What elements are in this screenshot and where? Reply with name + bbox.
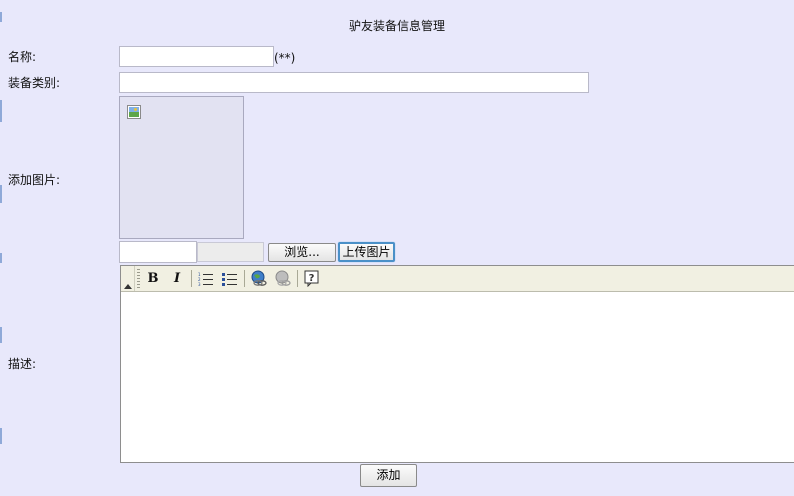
bold-button[interactable]: B xyxy=(143,269,163,288)
category-label: 装备类别: xyxy=(8,76,61,90)
image-preview xyxy=(119,96,244,239)
globe-link-icon xyxy=(251,270,267,286)
upload-image-button[interactable]: 上传图片 xyxy=(338,242,395,262)
toolbar-grip-icon xyxy=(137,269,140,288)
italic-button[interactable]: I xyxy=(167,269,187,288)
unordered-list-icon xyxy=(222,273,237,286)
svg-text:3: 3 xyxy=(198,282,201,286)
ordered-list-button[interactable]: 1 2 3 xyxy=(196,269,216,288)
toolbar-separator xyxy=(191,270,192,287)
italic-icon: I xyxy=(173,271,181,286)
description-label: 描述: xyxy=(8,357,37,371)
left-edge-marker xyxy=(0,327,2,343)
toolbar-collapse-toggle[interactable] xyxy=(122,266,135,291)
category-input[interactable] xyxy=(119,72,589,93)
image-label: 添加图片: xyxy=(8,173,61,187)
required-hint: (**) xyxy=(274,51,296,65)
left-edge-marker xyxy=(0,428,2,444)
left-edge-marker xyxy=(0,100,2,122)
toolbar-separator xyxy=(297,270,298,287)
left-edge-marker xyxy=(0,253,2,263)
left-edge-marker xyxy=(0,185,2,203)
insert-link-button[interactable] xyxy=(249,269,269,288)
ordered-list-icon: 1 2 3 xyxy=(198,272,213,287)
name-input[interactable] xyxy=(119,46,274,67)
unordered-list-button[interactable] xyxy=(220,269,240,288)
editor-toolbar: B I 1 2 3 ? xyxy=(121,266,794,292)
page-title: 驴友装备信息管理 xyxy=(348,19,445,33)
svg-text:?: ? xyxy=(309,273,315,284)
image-path-input[interactable] xyxy=(119,241,197,263)
help-icon: ? xyxy=(304,270,319,288)
collapse-arrow-icon xyxy=(124,284,132,289)
help-button[interactable]: ? xyxy=(302,269,322,288)
editor-content-area[interactable] xyxy=(121,292,794,462)
rich-text-editor: B I 1 2 3 ? xyxy=(120,265,794,463)
broken-image-icon xyxy=(127,105,141,119)
add-button[interactable]: 添加 xyxy=(360,464,417,487)
unlink-icon xyxy=(275,270,291,286)
bold-icon: B xyxy=(147,271,159,286)
file-path-display xyxy=(197,242,264,262)
name-label: 名称: xyxy=(8,50,37,64)
toolbar-separator xyxy=(244,270,245,287)
remove-link-button[interactable] xyxy=(273,269,293,288)
browse-button[interactable]: 浏览... xyxy=(268,243,336,262)
